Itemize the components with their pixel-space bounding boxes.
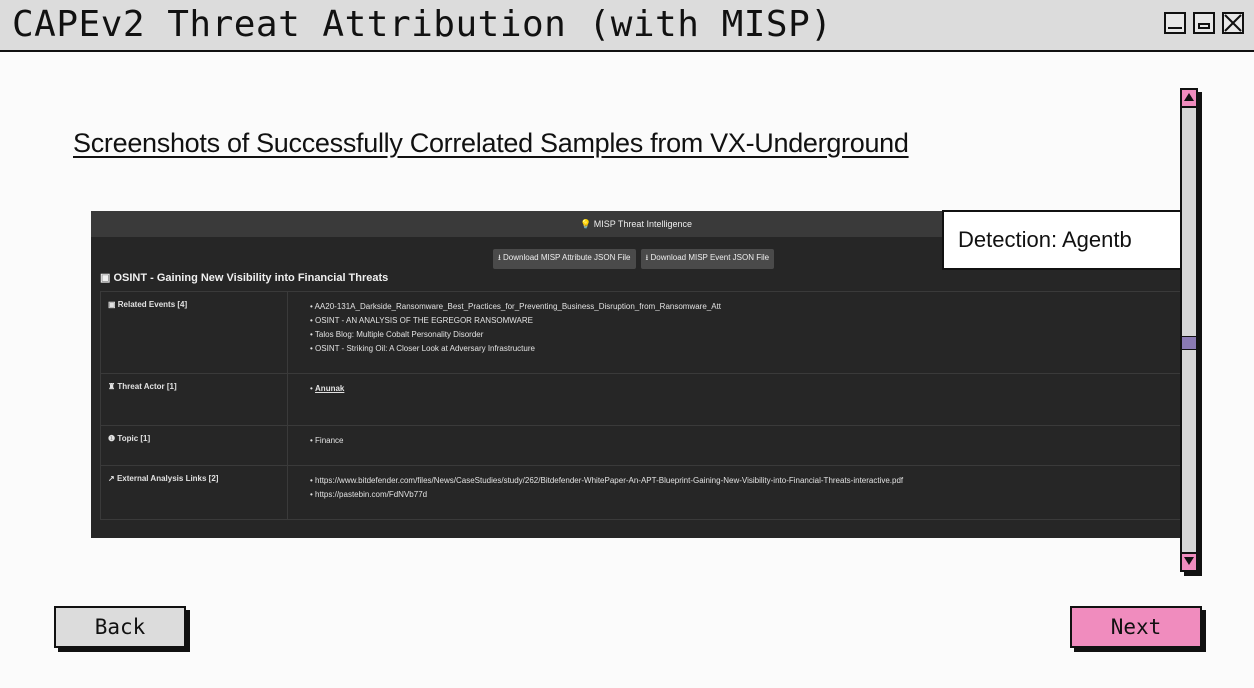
row-values: • AA20-131A_Darkside_Ransomware_Best_Pra… xyxy=(287,291,1181,374)
info-icon: ❶ xyxy=(108,434,118,443)
lightbulb-icon: 💡 xyxy=(580,219,592,229)
row-key: ❶ Topic [1] xyxy=(100,425,288,466)
download-event-button: ⭳ Download MISP Event JSON File xyxy=(640,249,775,269)
minimize-icon[interactable] xyxy=(1164,12,1186,34)
scroll-down-icon[interactable] xyxy=(1182,552,1196,570)
table-row: ❶ Topic [1] • Finance xyxy=(100,425,1181,466)
list-item: • https://www.bitdefender.com/files/News… xyxy=(310,476,904,485)
detection-label: Detection: Agentb xyxy=(942,210,1182,270)
misp-attributes-table: ▣ Related Events [4] • AA20-131A_Darksid… xyxy=(100,291,1181,520)
title-bar: CAPEv2 Threat Attribution (with MISP) xyxy=(0,0,1254,52)
user-secret-icon: ♜ xyxy=(108,382,118,391)
list-item: • https://pastebin.com/FdNVb77d xyxy=(310,490,428,499)
calendar-icon: ▣ xyxy=(108,300,118,309)
list-item: • AA20-131A_Darkside_Ransomware_Best_Pra… xyxy=(310,302,722,311)
section-heading: Screenshots of Successfully Correlated S… xyxy=(73,128,909,158)
window-title: CAPEv2 Threat Attribution (with MISP) xyxy=(12,4,833,45)
row-values: • Finance xyxy=(287,425,1181,466)
table-row: ↗ External Analysis Links [2] • https://… xyxy=(100,465,1181,520)
list-item: • OSINT - Striking Oil: A Closer Look at… xyxy=(310,344,535,353)
list-item: • Talos Blog: Multiple Cobalt Personalit… xyxy=(310,330,484,339)
scroll-up-icon[interactable] xyxy=(1182,90,1196,108)
misp-header-label: MISP Threat Intelligence xyxy=(593,219,692,229)
maximize-icon[interactable] xyxy=(1193,12,1215,34)
external-link-icon: ↗ xyxy=(108,474,117,483)
table-row: ♜ Threat Actor [1] • Anunak xyxy=(100,373,1181,426)
table-row: ▣ Related Events [4] • AA20-131A_Darksid… xyxy=(100,291,1181,374)
download-buttons: ⭳ Download MISP Attribute JSON File ⭳ Do… xyxy=(493,249,775,269)
download-event-label: Download MISP Event JSON File xyxy=(650,253,770,262)
row-key: ▣ Related Events [4] xyxy=(100,291,288,374)
row-key: ♜ Threat Actor [1] xyxy=(100,373,288,426)
row-key: ↗ External Analysis Links [2] xyxy=(100,465,288,520)
scrollbar-thumb[interactable] xyxy=(1182,336,1196,350)
close-icon[interactable] xyxy=(1222,12,1244,34)
list-item: • OSINT - AN ANALYSIS OF THE EGREGOR RAN… xyxy=(310,316,533,325)
list-item: • Anunak xyxy=(310,384,345,393)
download-attribute-label: Download MISP Attribute JSON File xyxy=(503,253,631,262)
back-button[interactable]: Back xyxy=(54,606,186,648)
event-title-label: OSINT - Gaining New Visibility into Fina… xyxy=(113,272,389,284)
list-item: • Finance xyxy=(310,436,344,445)
event-title: ▣ OSINT - Gaining New Visibility into Fi… xyxy=(100,271,388,284)
row-values: • https://www.bitdefender.com/files/News… xyxy=(287,465,1181,520)
download-attribute-button: ⭳ Download MISP Attribute JSON File xyxy=(493,249,636,269)
vertical-scrollbar[interactable] xyxy=(1180,88,1198,572)
calendar-icon: ▣ xyxy=(100,272,114,284)
row-values: • Anunak xyxy=(287,373,1181,426)
next-button[interactable]: Next xyxy=(1070,606,1202,648)
window-controls xyxy=(1164,12,1244,34)
